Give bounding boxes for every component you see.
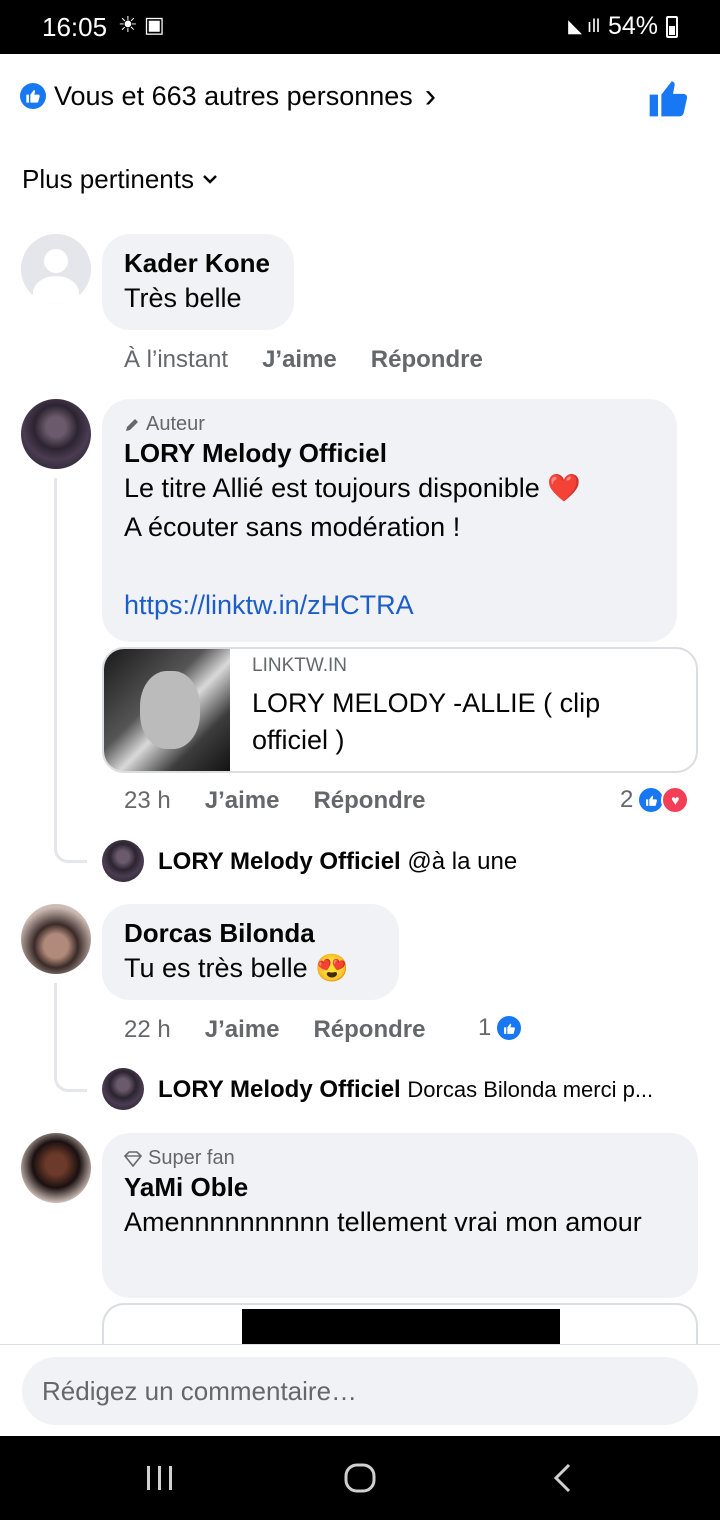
pencil-icon [126,418,138,431]
comment-time: À l’instant [124,346,229,373]
status-bar: 16:05 ☀ ▣ ◣ ıll 54% [0,0,720,54]
home-icon[interactable] [330,1458,390,1498]
like-action[interactable]: J’aime [262,346,337,374]
thread-line [54,983,87,1092]
recent-apps-icon[interactable] [130,1458,190,1498]
avatar[interactable] [102,1068,144,1110]
comment-author[interactable]: YaMi Oble [124,1172,676,1203]
link-preview-card[interactable]: LINKTW.IN LORY MELODY -ALLIE ( clip offi… [102,647,698,773]
thread-line [54,478,87,863]
comment-text: Très belle [124,283,242,313]
author-badge: Auteur [124,413,655,436]
reply-action[interactable]: Répondre [313,787,425,815]
signal-icon: ◣ ıll [568,16,600,36]
reply-action[interactable]: Répondre [313,1016,425,1044]
reply-preview[interactable]: LORY Melody Officiel @à la une [158,848,698,876]
link-preview-domain: LINKTW.IN [252,655,348,676]
avatar[interactable] [21,234,91,304]
like-button-icon[interactable] [648,78,688,118]
comment-author[interactable]: LORY Melody Officiel [124,438,655,469]
status-notification-icons: ☀ ▣ [118,12,165,37]
reaction-count[interactable]: 2 ♥ [620,786,690,814]
reaction-count[interactable]: 1 [478,1014,524,1042]
reactions-summary[interactable]: Vous et 663 autres personnes › [20,76,436,116]
comment-actions: 22 h J’aime Répondre [124,1016,425,1044]
comment-link[interactable]: https://linktw.in/zHCTRA [124,586,655,625]
comment-actions: À l’instant J’aime Répondre [124,346,483,374]
chevron-down-icon [202,169,218,190]
author-badge-label: Auteur [146,413,205,435]
link-preview-image [104,649,230,771]
comment-author[interactable]: Dorcas Bilonda [124,918,377,949]
sort-label: Plus pertinents [22,164,194,194]
like-action[interactable]: J’aime [205,787,280,815]
heart-reaction-icon: ♥ [661,786,690,814]
system-nav-bar [0,1436,720,1520]
battery-icon [666,15,678,38]
comment-composer: Rédigez un commentaire… [0,1344,720,1437]
comment-actions: 23 h J’aime Répondre [124,787,425,815]
comment-time: 22 h [124,1016,171,1043]
chevron-right-icon: › [424,77,437,115]
avatar[interactable] [21,1133,91,1203]
reply-text: Dorcas Bilonda merci p... [407,1077,654,1102]
link-preview-title: LORY MELODY -ALLIE ( clip officiel ) [252,688,601,755]
super-fan-badge: Super fan [124,1147,676,1170]
comment-author[interactable]: Kader Kone [124,248,272,279]
avatar[interactable] [21,904,91,974]
comment-text-line2: A écouter sans modération ! [124,512,461,542]
like-reaction-icon [495,1014,524,1042]
comment-bubble: Dorcas Bilonda Tu es très belle 😍 [102,904,399,1000]
comment-text: Tu es très belle 😍 [124,953,349,983]
back-icon[interactable] [532,1458,592,1498]
reaction-count-value: 2 [620,786,634,813]
reply-author: LORY Melody Officiel [158,1076,401,1103]
reply-action[interactable]: Répondre [371,346,483,374]
comment-bubble: Super fan YaMi Oble Amennnnnnnnnn tellem… [102,1133,698,1298]
comment-time: 23 h [124,787,171,814]
reply-author: LORY Melody Officiel [158,848,401,875]
avatar[interactable] [102,840,144,882]
status-right: ◣ ıll 54% [568,12,678,41]
comment-bubble: Auteur LORY Melody Officiel Le titre All… [102,399,677,642]
comment-input[interactable]: Rédigez un commentaire… [22,1357,698,1425]
sort-dropdown[interactable]: Plus pertinents [22,164,218,195]
diamond-icon [124,1150,142,1167]
reactions-summary-text: Vous et 663 autres personnes [54,80,413,111]
comment-bubble: Kader Kone Très belle [102,234,294,330]
comment-text-line1: Le titre Allié est toujours disponible ❤… [124,473,581,503]
status-time: 16:05 [42,12,108,42]
avatar[interactable] [21,399,91,469]
comment-text: Amennnnnnnnnn tellement vrai mon amour [124,1207,642,1237]
reaction-count-value: 1 [478,1014,492,1041]
reply-preview[interactable]: LORY Melody Officiel Dorcas Bilonda merc… [158,1076,698,1104]
like-reaction-icon [20,83,46,109]
like-action[interactable]: J’aime [205,1016,280,1044]
reply-text: @à la une [407,848,518,875]
battery-level: 54% [607,12,658,40]
super-fan-label: Super fan [148,1147,235,1169]
